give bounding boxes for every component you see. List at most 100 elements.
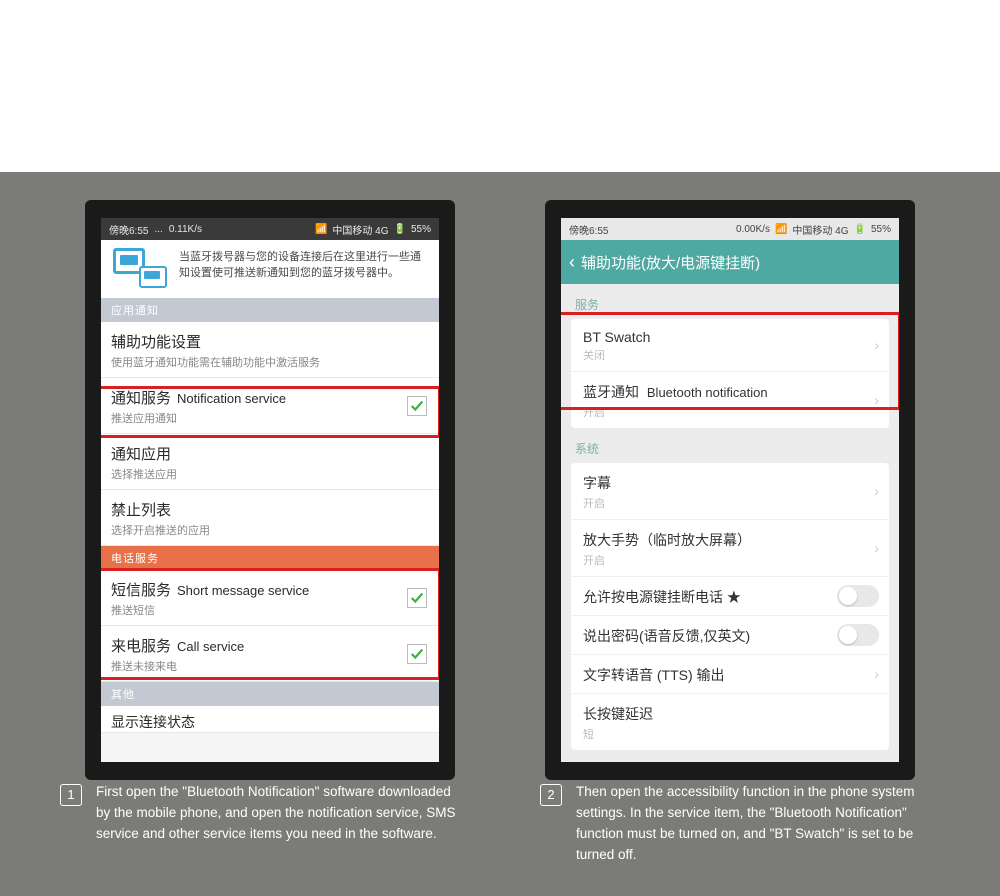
screen-1: 傍晚6:55 ... 0.11K/s 📶 中国移动 4G 🔋 55% — [101, 218, 439, 762]
row-title: 短信服务 — [111, 579, 171, 600]
app-header: 当蓝牙拨号器与您的设备连接后在这里进行一些通知设置使可推送新通知到您的蓝牙拨号器… — [101, 240, 439, 298]
row-title-en: Notification service — [177, 391, 286, 406]
checkbox-sms[interactable] — [407, 588, 427, 608]
row-accessibility-settings[interactable]: 辅助功能设置 使用蓝牙通知功能需在辅助功能中激活服务 — [101, 322, 439, 378]
row-subtitle: 关闭 — [583, 347, 877, 363]
top-white-band — [0, 0, 1000, 172]
caption-number-2: 2 — [540, 784, 562, 806]
row-title-en: Call service — [177, 639, 244, 654]
phone-frame-1: 傍晚6:55 ... 0.11K/s 📶 中国移动 4G 🔋 55% — [85, 200, 455, 780]
caption-text-2: Then open the accessibility function in … — [576, 782, 940, 866]
row-notification-app[interactable]: 通知应用 选择推送应用 — [101, 434, 439, 490]
toggle-speak-password[interactable] — [837, 624, 879, 646]
row-sms-service[interactable]: 短信服务 Short message service 推送短信 — [101, 570, 439, 626]
status-time: 傍晚6:55 — [109, 222, 148, 237]
chevron-right-icon: › — [874, 337, 879, 353]
row-title: 允许按电源键挂断电话 ★ — [583, 589, 741, 605]
row-subtitle: 使用蓝牙通知功能需在辅助功能中激活服务 — [111, 354, 429, 370]
checkbox-notif-service[interactable] — [407, 396, 427, 416]
checkbox-call[interactable] — [407, 644, 427, 664]
row-title: 文字转语音 (TTS) 输出 — [583, 667, 725, 683]
row-title: 放大手势（临时放大屏幕） — [583, 532, 751, 548]
row-subtitle: 推送未接来电 — [111, 658, 429, 674]
check-icon — [410, 647, 424, 661]
status-carrier: 中国移动 4G — [332, 222, 388, 237]
row-title: 显示连接状态 — [111, 712, 195, 732]
row-title-en: Bluetooth notification — [647, 385, 768, 400]
status-dots: ... — [154, 224, 162, 235]
signal-icon: 📶 — [775, 224, 787, 235]
service-card: BT Swatch 关闭 › 蓝牙通知 Bluetooth notificati… — [571, 319, 889, 428]
toggle-power-hangup[interactable] — [837, 585, 879, 607]
captions: 1 First open the "Bluetooth Notification… — [0, 782, 1000, 866]
row-title: 说出密码(语音反馈,仅英文) — [583, 628, 750, 644]
section-system-label: 系统 — [561, 428, 899, 463]
row-title: 通知应用 — [111, 443, 171, 464]
row-captions[interactable]: 字幕 开启 › — [571, 463, 889, 520]
signal-icon: 📶 — [315, 224, 327, 235]
status-carrier: 中国移动 4G — [792, 222, 848, 237]
row-title: BT Swatch — [583, 329, 650, 345]
phone-frame-2: 傍晚6:55 0.00K/s 📶 中国移动 4G 🔋 55% ‹ 辅助功能(放大… — [545, 200, 915, 780]
row-subtitle: 短 — [583, 726, 877, 742]
caption-2: 2 Then open the accessibility function i… — [540, 782, 940, 866]
caption-text-1: First open the "Bluetooth Notification" … — [96, 782, 460, 866]
chevron-right-icon: › — [874, 392, 879, 408]
row-connection-status[interactable]: 显示连接状态 — [101, 706, 439, 733]
chevron-right-icon: › — [874, 666, 879, 682]
row-title: 来电服务 — [111, 635, 171, 656]
status-battery: 55% — [411, 224, 431, 235]
row-power-hangup[interactable]: 允许按电源键挂断电话 ★ — [571, 577, 889, 616]
check-icon — [410, 399, 424, 413]
section-service-label: 服务 — [561, 284, 899, 319]
screen-2: 傍晚6:55 0.00K/s 📶 中国移动 4G 🔋 55% ‹ 辅助功能(放大… — [561, 218, 899, 762]
row-notification-service[interactable]: 通知服务 Notification service 推送应用通知 — [101, 378, 439, 434]
row-blocklist[interactable]: 禁止列表 选择开启推送的应用 — [101, 490, 439, 546]
row-title: 字幕 — [583, 475, 611, 491]
section-phone-service: 电话服务 — [101, 546, 439, 570]
row-subtitle: 开启 — [583, 552, 877, 568]
back-icon[interactable]: ‹ — [569, 252, 575, 273]
row-call-service[interactable]: 来电服务 Call service 推送未接来电 — [101, 626, 439, 682]
accessibility-header: ‹ 辅助功能(放大/电源键挂断) — [561, 240, 899, 284]
row-title: 蓝牙通知 — [583, 384, 639, 400]
row-title: 禁止列表 — [111, 499, 171, 520]
status-time: 傍晚6:55 — [569, 222, 608, 237]
row-tts-output[interactable]: 文字转语音 (TTS) 输出 › — [571, 655, 889, 694]
app-intro-text: 当蓝牙拨号器与您的设备连接后在这里进行一些通知设置使可推送新通知到您的蓝牙拨号器… — [179, 248, 429, 282]
header-title: 辅助功能(放大/电源键挂断) — [581, 252, 760, 273]
status-speed: 0.00K/s — [736, 224, 770, 235]
row-subtitle: 推送短信 — [111, 602, 429, 618]
system-card: 字幕 开启 › 放大手势（临时放大屏幕） 开启 › 允许按电源键挂断电话 ★ — [571, 463, 889, 750]
status-battery: 55% — [871, 224, 891, 235]
row-title: 长按键延迟 — [583, 706, 653, 722]
row-bluetooth-notification[interactable]: 蓝牙通知 Bluetooth notification 开启 › — [571, 372, 889, 428]
chevron-right-icon: › — [874, 483, 879, 499]
row-subtitle: 选择推送应用 — [111, 466, 429, 482]
row-title-en: Short message service — [177, 583, 309, 598]
row-magnify-gesture[interactable]: 放大手势（临时放大屏幕） 开启 › — [571, 520, 889, 577]
row-bt-swatch[interactable]: BT Swatch 关闭 › — [571, 319, 889, 372]
check-icon — [410, 591, 424, 605]
status-bar-1: 傍晚6:55 ... 0.11K/s 📶 中国移动 4G 🔋 55% — [101, 218, 439, 240]
row-speak-password[interactable]: 说出密码(语音反馈,仅英文) — [571, 616, 889, 655]
row-subtitle: 推送应用通知 — [111, 410, 429, 426]
battery-icon: 🔋 — [394, 224, 406, 235]
page: 傍晚6:55 ... 0.11K/s 📶 中国移动 4G 🔋 55% — [0, 0, 1000, 896]
row-longpress-delay[interactable]: 长按键延迟 短 — [571, 694, 889, 750]
status-bar-2: 傍晚6:55 0.00K/s 📶 中国移动 4G 🔋 55% — [561, 218, 899, 240]
row-subtitle: 选择开启推送的应用 — [111, 522, 429, 538]
caption-number-1: 1 — [60, 784, 82, 806]
section-other: 其他 — [101, 682, 439, 706]
chevron-right-icon: › — [874, 540, 879, 556]
row-subtitle: 开启 — [583, 404, 877, 420]
row-title: 辅助功能设置 — [111, 331, 201, 352]
battery-icon: 🔋 — [854, 224, 866, 235]
phones-container: 傍晚6:55 ... 0.11K/s 📶 中国移动 4G 🔋 55% — [0, 200, 1000, 780]
row-title: 通知服务 — [111, 387, 171, 408]
row-subtitle: 开启 — [583, 495, 877, 511]
caption-1: 1 First open the "Bluetooth Notification… — [60, 782, 460, 866]
status-speed: 0.11K/s — [169, 224, 202, 235]
devices-icon — [111, 248, 169, 288]
section-app-notif: 应用通知 — [101, 298, 439, 322]
